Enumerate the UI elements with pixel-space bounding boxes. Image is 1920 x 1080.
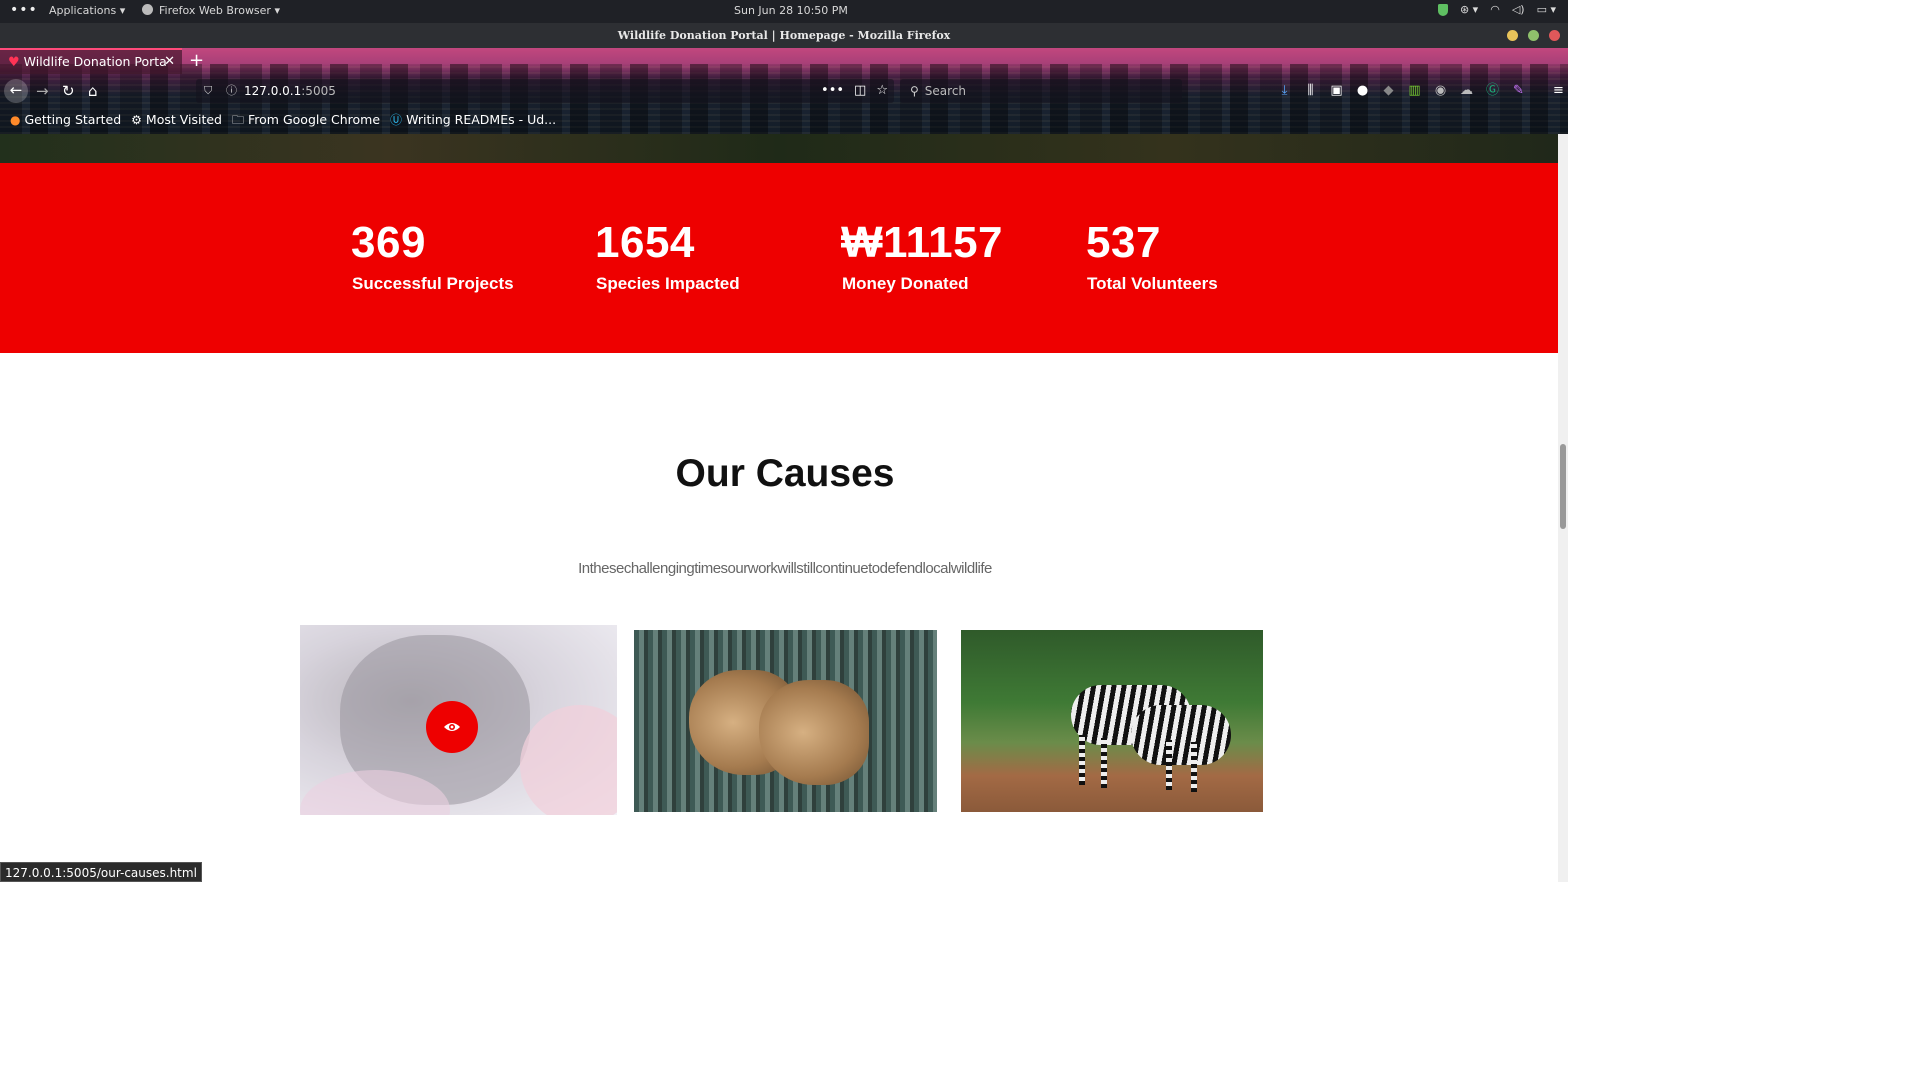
- maximize-button[interactable]: [1528, 30, 1539, 41]
- cause-card-koala[interactable]: [300, 625, 617, 815]
- stats-section: 369 Successful Projects 1654 Species Imp…: [0, 163, 1558, 353]
- stat-label: Total Volunteers: [1087, 274, 1218, 293]
- bookmarks-toolbar: ● Getting Started ⚙ Most Visited 🗀 From Goo…: [0, 108, 556, 132]
- link-status-bar: 127.0.0.1:5005/our-causes.html: [0, 862, 202, 882]
- cause-card-zebras[interactable]: [961, 630, 1263, 812]
- tab-active[interactable]: ♥ Wildlife Donation Porta ✕: [0, 48, 182, 74]
- gear-icon: ⚙: [131, 113, 142, 127]
- bookmark-star-icon[interactable]: ☆: [876, 79, 888, 103]
- clock[interactable]: Sun Jun 28 10:50 PM: [734, 4, 848, 17]
- heart-icon: ♥: [8, 55, 20, 70]
- page-scrollbar[interactable]: [1558, 134, 1568, 882]
- bookmark-label: Most Visited: [145, 112, 222, 127]
- volume-icon[interactable]: ◁): [1512, 3, 1525, 16]
- stat-value: 369: [351, 218, 426, 267]
- search-input[interactable]: ⚲ Search: [900, 79, 1182, 103]
- firefox-icon: [142, 4, 153, 15]
- stat-label: Successful Projects: [352, 274, 514, 293]
- system-top-bar: ••• Applications ▾ Firefox Web Browser ▾…: [0, 0, 1568, 23]
- bookmark-label: Getting Started: [24, 112, 122, 127]
- page-content: 369 Successful Projects 1654 Species Imp…: [0, 134, 1558, 882]
- active-app-menu[interactable]: Firefox Web Browser ▾: [142, 4, 280, 17]
- activities-menu[interactable]: •••: [10, 2, 38, 18]
- view-cause-button[interactable]: [426, 701, 478, 753]
- stat-label: Money Donated: [842, 274, 969, 293]
- sidebar-icon[interactable]: ▣: [1328, 82, 1345, 99]
- stat-total-volunteers: 537 Total Volunteers: [1086, 218, 1218, 294]
- home-button[interactable]: ⌂: [88, 82, 98, 100]
- stat-money-donated: ₩11157 Money Donated: [841, 218, 1003, 294]
- browser-chrome: ♥ Wildlife Donation Porta ✕ + ← → ↻ ⌂ ⛉ ⓘ…: [0, 48, 1568, 134]
- minimize-button[interactable]: [1507, 30, 1518, 41]
- zebra-leg: [1166, 740, 1172, 790]
- close-tab-icon[interactable]: ✕: [164, 50, 175, 74]
- account-icon[interactable]: ●: [1354, 82, 1371, 99]
- battery-icon[interactable]: ▭ ▾: [1537, 3, 1556, 16]
- window-controls: [1507, 30, 1560, 41]
- navigation-bar: ← → ↻ ⌂ ⛉ ⓘ 127.0.0.1:5005 ••• ◫ ☆ ⚲ Sear…: [0, 78, 1568, 106]
- wifi-icon[interactable]: ◠: [1490, 3, 1500, 16]
- close-window-button[interactable]: [1549, 30, 1560, 41]
- tracking-shield-icon[interactable]: ⛉: [204, 79, 212, 103]
- shield-icon[interactable]: [1437, 3, 1448, 16]
- scrollbar-thumb[interactable]: [1560, 444, 1566, 529]
- zebra-image: [1131, 705, 1231, 765]
- applications-menu[interactable]: Applications ▾: [49, 4, 125, 17]
- url-actions: ••• ◫ ☆: [821, 79, 888, 103]
- window-title-bar: Wildlife Donation Portal | Homepage - Mo…: [0, 23, 1568, 48]
- search-placeholder: Search: [924, 84, 967, 98]
- folder-icon: 🗀: [232, 113, 245, 127]
- site-info-icon[interactable]: ⓘ: [226, 79, 237, 103]
- extension-cloud-icon[interactable]: ☁: [1458, 82, 1475, 99]
- cause-card-lions[interactable]: [634, 630, 937, 812]
- zebra-leg: [1101, 738, 1107, 788]
- extension-pen-icon[interactable]: ✎: [1510, 82, 1527, 99]
- zebra-leg: [1191, 742, 1197, 792]
- bookmark-getting-started[interactable]: ● Getting Started: [10, 108, 121, 132]
- back-button[interactable]: ←: [4, 79, 28, 103]
- search-icon: ⚲: [910, 84, 919, 98]
- pocket-icon[interactable]: ◫: [854, 79, 866, 103]
- url-host: 127.0.0.1: [244, 84, 302, 98]
- stat-value: 537: [1086, 218, 1161, 267]
- extension-elephant-icon[interactable]: ◆: [1380, 82, 1397, 99]
- window-title: Wildlife Donation Portal | Homepage - Mo…: [617, 29, 951, 42]
- zebra-leg: [1079, 735, 1085, 785]
- download-icon[interactable]: ⤓: [1276, 82, 1293, 99]
- eye-icon: [444, 723, 460, 731]
- section-subtitle: Inthesechallengingtimesourworkwillstillc…: [578, 560, 992, 577]
- section-title: Our Causes: [675, 452, 895, 495]
- toolbar-icons: ⤓ ⫼ ▣ ● ◆ ▥ ◉ ☁ Ⓖ ✎ ≡: [1276, 82, 1567, 99]
- url-bar[interactable]: ⛉ ⓘ 127.0.0.1:5005 ••• ◫ ☆: [196, 79, 894, 103]
- bookmark-label: From Google Chrome: [248, 112, 381, 127]
- bookmark-label: Writing READMEs - Ud...: [406, 112, 557, 127]
- library-icon[interactable]: ⫼: [1302, 82, 1319, 99]
- grammarly-icon[interactable]: Ⓖ: [1484, 82, 1501, 99]
- stat-label: Species Impacted: [596, 274, 740, 293]
- hero-image-bottom: [0, 134, 1558, 163]
- tab-title: Wildlife Donation Porta: [23, 54, 167, 69]
- lion-image: [759, 680, 869, 785]
- accessibility-icon[interactable]: ⊛ ▾: [1460, 3, 1478, 16]
- forward-button[interactable]: →: [36, 82, 49, 100]
- active-app-label: Firefox Web Browser ▾: [159, 4, 280, 17]
- stat-successful-projects: 369 Successful Projects: [351, 218, 514, 294]
- stat-species-impacted: 1654 Species Impacted: [595, 218, 740, 294]
- new-tab-button[interactable]: +: [189, 50, 204, 71]
- extension-meter-icon[interactable]: ▥: [1406, 82, 1423, 99]
- stat-value: 1654: [595, 218, 695, 267]
- bookmark-writing-readmes[interactable]: Ⓤ Writing READMEs - Ud...: [390, 108, 556, 132]
- url-port: :5005: [301, 84, 336, 98]
- extension-bulb-icon[interactable]: ◉: [1432, 82, 1449, 99]
- reload-button[interactable]: ↻: [62, 82, 75, 100]
- bookmark-most-visited[interactable]: ⚙ Most Visited: [131, 108, 222, 132]
- stat-value: ₩11157: [841, 218, 1004, 267]
- bookmark-from-google-chrome[interactable]: 🗀 From Google Chrome: [232, 108, 380, 132]
- udacity-icon: Ⓤ: [390, 113, 403, 127]
- menu-icon[interactable]: ≡: [1550, 82, 1567, 99]
- firefox-icon: ●: [10, 113, 21, 127]
- system-tray[interactable]: ⊛ ▾ ◠ ◁) ▭ ▾: [1437, 3, 1556, 16]
- page-actions-icon[interactable]: •••: [821, 79, 844, 103]
- url-text[interactable]: 127.0.0.1:5005: [244, 79, 336, 103]
